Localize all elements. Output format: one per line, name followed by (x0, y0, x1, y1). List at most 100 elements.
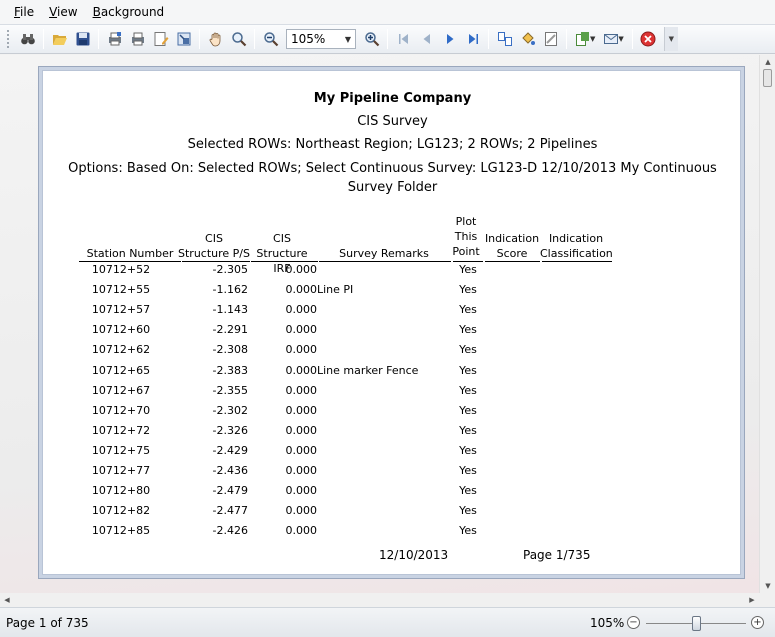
vertical-scroll-thumb[interactable] (763, 69, 772, 87)
cell-irf: 0.000 (285, 484, 318, 498)
cell-irf: 0.000 (285, 464, 318, 477)
save-icon (76, 32, 89, 46)
vertical-scrollbar[interactable]: ▲ ▼ (759, 55, 775, 593)
toolbar-grip[interactable] (6, 29, 10, 49)
cell-plot: Yes (459, 383, 477, 397)
toolbar: 105% ▼ ▼ ▼ ▼ (0, 24, 775, 54)
footer-page-number: Page 1/735 (523, 548, 591, 562)
close-icon (640, 31, 656, 47)
footer-date: 12/10/2013 (379, 548, 449, 562)
magnifier-tool-button[interactable] (227, 28, 250, 50)
hand-tool-button[interactable] (204, 28, 227, 50)
watermark-icon (544, 32, 557, 46)
scroll-right-icon[interactable]: ▶ (745, 593, 759, 607)
zoom-slider-thumb[interactable] (692, 616, 702, 631)
cell-ps: -2.355 (212, 383, 248, 397)
cell-plot: Yes (459, 423, 477, 437)
toolbar-overflow-button[interactable]: ▼ (663, 27, 678, 51)
first-page-icon (398, 34, 408, 44)
cell-plot: Yes (459, 403, 477, 417)
close-preview-button[interactable] (637, 28, 660, 50)
header-underline (542, 261, 612, 262)
cell-irf: 0.000 (285, 363, 318, 377)
scroll-left-icon[interactable]: ◀ (0, 593, 14, 607)
cell-ps: -2.479 (212, 484, 248, 498)
open-button[interactable] (48, 28, 71, 50)
last-page-button[interactable] (461, 28, 484, 50)
zoom-in-icon (364, 32, 379, 47)
cell-ps: -2.426 (212, 524, 248, 538)
cell-station: 10712+52 (91, 263, 151, 276)
cell-station: 10712+80 (91, 484, 151, 498)
cell-plot: Yes (459, 443, 477, 457)
zoom-out-button[interactable] (259, 28, 282, 50)
cell-plot: Yes (459, 524, 477, 538)
cell-remarks (317, 484, 447, 498)
status-zoom-level: 105% (590, 616, 625, 630)
next-page-button[interactable] (438, 28, 461, 50)
previous-page-button[interactable] (415, 28, 438, 50)
status-bar: Page 1 of 735 105% − + (0, 607, 775, 637)
cell-irf: 0.000 (285, 504, 318, 518)
cell-station: 10712+85 (91, 524, 151, 538)
export-page-icon (177, 32, 190, 46)
cell-plot: Yes (459, 363, 477, 377)
background-color-button[interactable] (516, 28, 539, 50)
cell-plot: Yes (459, 263, 477, 276)
save-button[interactable] (71, 28, 94, 50)
menu-background[interactable]: Background (93, 5, 165, 19)
page-frame: My Pipeline Company CIS Survey Selected … (38, 66, 745, 579)
multi-page-button[interactable] (493, 28, 516, 50)
cell-plot: Yes (459, 464, 477, 477)
watermark-button[interactable] (539, 28, 562, 50)
horizontal-scrollbar[interactable]: ◀ ▶ (0, 593, 759, 607)
cell-ps: -2.305 (212, 263, 248, 276)
cell-station: 10712+57 (91, 303, 151, 317)
first-page-button[interactable] (392, 28, 415, 50)
cell-plot: Yes (459, 303, 477, 317)
zoom-out-minus-icon[interactable]: − (627, 616, 640, 629)
zoom-in-button[interactable] (360, 28, 383, 50)
cell-irf: 0.000 (285, 423, 318, 437)
printer-icon (131, 32, 144, 46)
cell-station: 10712+60 (91, 323, 151, 337)
menu-file[interactable]: File (14, 5, 34, 19)
column-header-station: Station Number (86, 247, 174, 260)
binoculars-icon (20, 34, 35, 45)
cell-irf: 0.000 (285, 403, 318, 417)
cell-remarks (317, 263, 447, 277)
menu-view[interactable]: View (49, 5, 77, 19)
cell-station: 10712+62 (91, 343, 151, 357)
scroll-down-icon[interactable]: ▼ (760, 579, 775, 593)
chevron-down-icon[interactable]: ▼ (590, 35, 595, 43)
toolbar-separator (254, 29, 255, 49)
cell-ps: -2.291 (212, 323, 248, 337)
report-page: My Pipeline Company CIS Survey Selected … (42, 70, 741, 575)
cell-irf: 0.000 (285, 263, 318, 276)
chevron-down-icon[interactable]: ▼ (618, 35, 623, 43)
cell-ps: -2.302 (212, 403, 248, 417)
column-header-remarks: Survey Remarks (339, 247, 429, 260)
scroll-up-icon[interactable]: ▲ (760, 55, 775, 69)
find-button[interactable] (16, 28, 39, 50)
zoom-out-icon (263, 32, 278, 47)
preview-area: My Pipeline Company CIS Survey Selected … (0, 55, 759, 593)
cell-remarks (317, 404, 447, 418)
export-button[interactable] (172, 28, 195, 50)
zoom-select[interactable]: 105% ▼ (286, 29, 356, 49)
column-header-plot: Plot This Point (452, 215, 480, 258)
cell-remarks (317, 343, 447, 357)
page-setup-button[interactable] (149, 28, 172, 50)
cell-station: 10712+77 (91, 464, 151, 477)
print-button[interactable] (126, 28, 149, 50)
zoom-in-plus-icon[interactable]: + (751, 616, 764, 629)
header-underline (79, 261, 181, 262)
report-title: CIS Survey (357, 114, 428, 129)
cell-remarks (317, 424, 447, 438)
report-options: Options: Based On: Selected ROWs; Select… (68, 161, 717, 195)
scrollbar-corner (759, 593, 775, 607)
print-setup-icon (108, 32, 121, 46)
print-setup-button[interactable] (103, 28, 126, 50)
cell-ps: -1.143 (212, 303, 248, 317)
cell-ps: -1.162 (212, 283, 248, 297)
